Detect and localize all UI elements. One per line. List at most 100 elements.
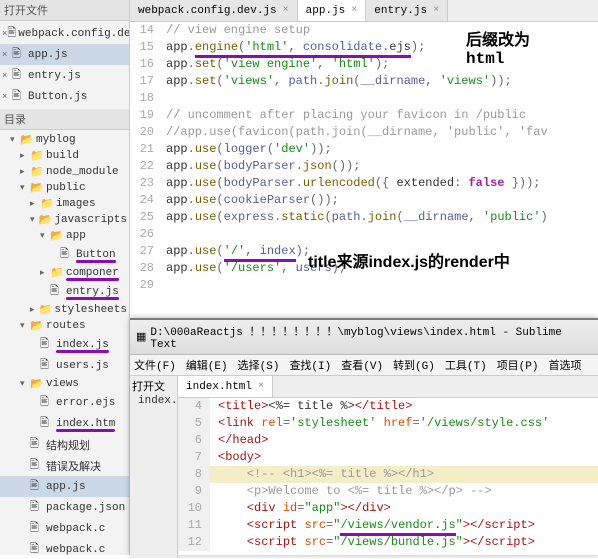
tree-file[interactable]: 🖹entry.js [0,281,129,302]
code-line: 14// view engine setup [130,22,598,39]
menu-item[interactable]: 工具(T) [445,357,487,373]
code-line: 9 <p>Welcome to <%= title %></p> --> [178,483,598,500]
tree-file[interactable]: 🖹error.ejs [0,392,129,413]
tree-file[interactable]: 🖹webpack.c [0,539,129,555]
code-line: 12 <script src="/views/bundle.js"></scri… [178,534,598,551]
tree-folder[interactable]: ▸📁node_module [0,164,129,180]
code-line: 19// uncomment after placing your favico… [130,107,598,124]
line-number: 11 [178,517,210,534]
line-number: 23 [130,175,162,192]
line-number: 26 [130,226,162,243]
tree-folder[interactable]: ▸📁build [0,148,129,164]
tree-file[interactable]: 🖹结构规划 [0,434,129,455]
tree-folder[interactable]: ▾📂javascripts [0,212,129,228]
line-number: 21 [130,141,162,158]
line-number: 10 [178,500,210,517]
menu-item[interactable]: 项目(P) [497,357,539,373]
menu-item[interactable]: 查看(V) [341,357,383,373]
sublime-editor[interactable]: 4<title><%= title %></title>5<link rel='… [178,398,598,558]
open-files-header: 打开文件 [0,0,129,21]
code-line: 27app.use('/', index); [130,243,598,260]
tree-folder[interactable]: ▾📂routes [0,318,129,334]
tree-folder[interactable]: ▸📁images [0,196,129,212]
code-line: 7<body> [178,449,598,466]
folder-tree: ▾📂myblog▸📁build▸📁node_module▾📂public▸📁im… [0,130,129,555]
line-number: 17 [130,73,162,90]
line-number: 7 [178,449,210,466]
line-number: 20 [130,124,162,141]
code-line: 8 <!-- <h1><%= title %></h1> [178,466,598,483]
open-file-item[interactable]: ×🖹Button.js [0,86,129,107]
close-icon[interactable]: × [258,381,264,392]
close-icon[interactable]: × [351,5,357,16]
tree-file[interactable]: 🖹webpack.c [0,518,129,539]
open-file-item[interactable]: ×🖹app.js [0,44,129,65]
code-line: 16app.set('view engine', 'html'); [130,56,598,73]
line-number: 12 [178,534,210,551]
code-line: 29 [130,277,598,294]
close-icon[interactable]: × [433,5,439,16]
tree-file[interactable]: 🖹index.htm [0,413,129,434]
tree-file[interactable]: 🖹app.js [0,476,129,497]
sublime-sidebar: 打开文 index.h [130,376,178,558]
tree-file[interactable]: 🖹package.json [0,497,129,518]
folders-header: 目录 [0,109,129,130]
tree-file[interactable]: 🖹Button [0,244,129,265]
line-number: 15 [130,39,162,56]
code-line: 4<title><%= title %></title> [178,398,598,415]
tree-file[interactable]: 🖹users.js [0,355,129,376]
sublime-tab-index[interactable]: index.html × [178,376,273,397]
tree-file[interactable]: 🖹index.js [0,334,129,355]
code-line: 22app.use(bodyParser.json()); [130,158,598,175]
code-line: 5<link rel='stylesheet' href='/views/sty… [178,415,598,432]
menu-item[interactable]: 查找(I) [289,357,331,373]
open-file-item[interactable]: ×🖹entry.js [0,65,129,86]
menu-item[interactable]: 编辑(E) [186,357,228,373]
line-number: 16 [130,56,162,73]
tree-file[interactable]: 🖹错误及解决 [0,455,129,476]
sublime-title-text: D:\000aReactjs ！！！！！！！！\myblog\views\ind… [150,323,592,351]
sublime-side-item[interactable]: index.h [132,394,175,408]
code-line: 23app.use(bodyParser.urlencoded({ extend… [130,175,598,192]
line-number: 8 [178,466,210,483]
editor-tab[interactable]: app.js× [298,0,367,21]
menu-item[interactable]: 首选项 [549,357,582,373]
code-line: 25app.use(express.static(path.join(__dir… [130,209,598,226]
tree-folder[interactable]: ▸📁componer [0,265,129,281]
line-number: 9 [178,483,210,500]
code-line: 20//app.use(favicon(path.join(__dirname,… [130,124,598,141]
line-number: 19 [130,107,162,124]
tree-folder[interactable]: ▾📂myblog [0,132,129,148]
menu-item[interactable]: 转到(G) [393,357,435,373]
code-line: 15app.engine('html', consolidate.ejs); [130,39,598,56]
sublime-open-files-header: 打开文 [132,378,175,394]
open-file-item[interactable]: ×🖹webpack.config.dev [0,23,129,44]
tree-folder[interactable]: ▸📁stylesheets [0,302,129,318]
editor-tab[interactable]: webpack.config.dev.js× [130,0,298,21]
sublime-window: ▦ D:\000aReactjs ！！！！！！！！\myblog\views\i… [130,318,598,555]
open-files-list: ×🖹webpack.config.dev×🖹app.js×🖹entry.js×🖹… [0,21,129,109]
tree-folder[interactable]: ▾📂public [0,180,129,196]
code-line: 6</head> [178,432,598,449]
code-line: 21app.use(logger('dev')); [130,141,598,158]
sublime-tabbar: index.html × [178,376,598,398]
menu-item[interactable]: 选择(S) [238,357,280,373]
menu-item[interactable]: 文件(F) [134,357,176,373]
line-number: 4 [178,398,210,415]
code-line: 18 [130,90,598,107]
editor-tabbar: webpack.config.dev.js×app.js×entry.js× [130,0,598,22]
editor-tab[interactable]: entry.js× [366,0,448,21]
close-icon[interactable]: × [283,5,289,16]
sublime-menubar[interactable]: 文件(F) 编辑(E) 选择(S) 查找(I) 查看(V) 转到(G) 工具(T) 项目(P)… [130,355,598,376]
sublime-icon: ▦ [136,330,146,344]
line-number: 22 [130,158,162,175]
line-number: 5 [178,415,210,432]
tree-folder[interactable]: ▾📂app [0,228,129,244]
line-number: 24 [130,192,162,209]
line-number: 29 [130,277,162,294]
line-number: 14 [130,22,162,39]
sublime-titlebar[interactable]: ▦ D:\000aReactjs ！！！！！！！！\myblog\views\i… [130,320,598,355]
tree-folder[interactable]: ▾📂views [0,376,129,392]
code-line: 24app.use(cookieParser()); [130,192,598,209]
line-number: 28 [130,260,162,277]
